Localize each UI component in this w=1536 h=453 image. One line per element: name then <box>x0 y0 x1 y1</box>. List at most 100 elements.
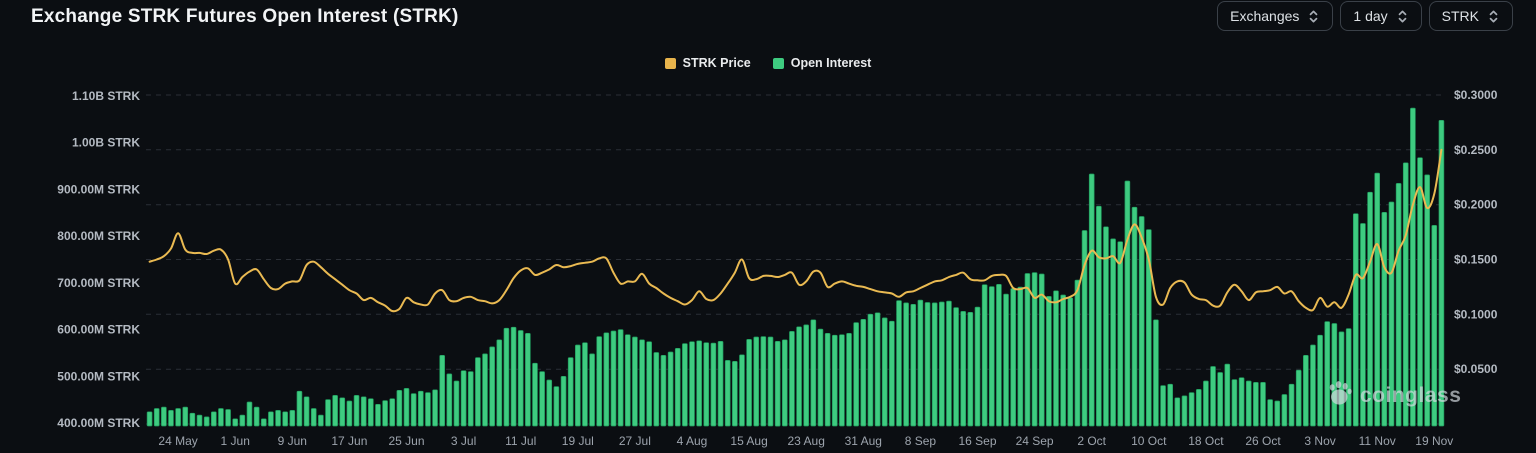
oi-bar[interactable] <box>211 412 216 426</box>
oi-bar[interactable] <box>1425 175 1430 426</box>
oi-bar[interactable] <box>611 331 616 426</box>
symbol-dropdown[interactable]: STRK <box>1429 1 1513 31</box>
oi-bar[interactable] <box>154 409 159 427</box>
oi-bar[interactable] <box>254 407 259 426</box>
oi-bar[interactable] <box>568 358 573 426</box>
oi-bar[interactable] <box>996 284 1001 426</box>
oi-bar[interactable] <box>418 391 423 426</box>
oi-bar[interactable] <box>747 339 752 426</box>
oi-bar[interactable] <box>632 337 637 426</box>
oi-bar[interactable] <box>261 419 266 426</box>
oi-bar[interactable] <box>1182 396 1187 426</box>
oi-bar[interactable] <box>1218 373 1223 427</box>
oi-bar[interactable] <box>183 407 188 426</box>
oi-bar[interactable] <box>1346 329 1351 426</box>
oi-bar[interactable] <box>575 345 580 426</box>
oi-bar[interactable] <box>1253 382 1258 426</box>
oi-bar[interactable] <box>597 337 602 426</box>
oi-bar[interactable] <box>1239 378 1244 426</box>
oi-bar[interactable] <box>789 331 794 426</box>
oi-bar[interactable] <box>475 358 480 426</box>
oi-bar[interactable] <box>461 371 466 426</box>
oi-bar[interactable] <box>604 333 609 426</box>
oi-bar[interactable] <box>697 341 702 426</box>
oi-bar[interactable] <box>675 348 680 426</box>
oi-bar[interactable] <box>1004 294 1009 426</box>
oi-bar[interactable] <box>268 412 273 426</box>
oi-bar[interactable] <box>1275 401 1280 426</box>
oi-bar[interactable] <box>340 398 345 426</box>
oi-bar[interactable] <box>1268 400 1273 426</box>
oi-bar[interactable] <box>447 374 452 426</box>
oi-bar[interactable] <box>204 417 209 426</box>
oi-bar[interactable] <box>839 335 844 426</box>
oi-bar[interactable] <box>661 355 666 426</box>
oi-bar[interactable] <box>440 355 445 426</box>
price-line[interactable] <box>150 150 1442 311</box>
oi-bar[interactable] <box>547 380 552 426</box>
oi-bar[interactable] <box>718 341 723 426</box>
oi-bar[interactable] <box>768 337 773 426</box>
oi-bar[interactable] <box>654 353 659 427</box>
oi-bar[interactable] <box>732 361 737 426</box>
legend-item-strk-price[interactable]: STRK Price <box>665 56 751 70</box>
oi-bar[interactable] <box>433 390 438 426</box>
oi-bar[interactable] <box>397 390 402 426</box>
oi-bar[interactable] <box>1432 225 1437 426</box>
oi-bar[interactable] <box>1196 389 1201 426</box>
oi-bar[interactable] <box>1318 335 1323 426</box>
oi-bar[interactable] <box>1061 295 1066 426</box>
oi-bar[interactable] <box>811 320 816 426</box>
oi-bar[interactable] <box>1246 381 1251 426</box>
oi-bar[interactable] <box>554 387 559 426</box>
exchanges-dropdown[interactable]: Exchanges <box>1217 1 1333 31</box>
oi-bar[interactable] <box>625 335 630 426</box>
oi-bar[interactable] <box>861 319 866 426</box>
oi-bar[interactable] <box>226 410 231 427</box>
oi-bar[interactable] <box>854 323 859 426</box>
oi-bar[interactable] <box>1104 227 1109 426</box>
oi-bar[interactable] <box>1132 207 1137 426</box>
oi-bar[interactable] <box>561 376 566 426</box>
oi-bar[interactable] <box>425 393 430 426</box>
oi-bar[interactable] <box>583 343 588 426</box>
oi-bar[interactable] <box>1232 380 1237 426</box>
oi-bar[interactable] <box>797 327 802 426</box>
oi-bar[interactable] <box>1203 381 1208 426</box>
oi-bar[interactable] <box>490 347 495 426</box>
oi-bar[interactable] <box>1046 296 1051 426</box>
oi-bar[interactable] <box>326 400 331 426</box>
oi-bar[interactable] <box>725 360 730 426</box>
oi-bar[interactable] <box>975 307 980 426</box>
oi-bar[interactable] <box>1175 398 1180 426</box>
oi-bar[interactable] <box>190 413 195 426</box>
oi-bar[interactable] <box>761 337 766 426</box>
oi-bar[interactable] <box>1075 280 1080 426</box>
oi-bar[interactable] <box>1189 393 1194 426</box>
oi-bar[interactable] <box>376 404 381 426</box>
oi-bar[interactable] <box>390 399 395 426</box>
oi-bar[interactable] <box>1296 370 1301 426</box>
oi-bar[interactable] <box>333 395 338 426</box>
oi-bar[interactable] <box>304 397 309 426</box>
oi-bar[interactable] <box>1168 384 1173 426</box>
oi-bar[interactable] <box>832 335 837 426</box>
oi-bar[interactable] <box>147 412 152 426</box>
oi-bar[interactable] <box>1018 287 1023 426</box>
oi-bar[interactable] <box>1396 183 1401 426</box>
oi-bar[interactable] <box>918 300 923 426</box>
oi-bar[interactable] <box>690 342 695 426</box>
oi-bar[interactable] <box>1353 214 1358 426</box>
oi-bar[interactable] <box>897 301 902 426</box>
oi-bar[interactable] <box>939 302 944 426</box>
oi-bar[interactable] <box>511 327 516 426</box>
oi-bar[interactable] <box>882 318 887 426</box>
oi-bar[interactable] <box>775 341 780 426</box>
oi-bar[interactable] <box>875 313 880 426</box>
oi-bar[interactable] <box>1025 274 1030 427</box>
oi-bar[interactable] <box>1261 382 1266 426</box>
oi-bar[interactable] <box>318 415 323 426</box>
oi-bar[interactable] <box>347 401 352 426</box>
oi-bar[interactable] <box>1325 322 1330 426</box>
oi-bar[interactable] <box>782 340 787 426</box>
